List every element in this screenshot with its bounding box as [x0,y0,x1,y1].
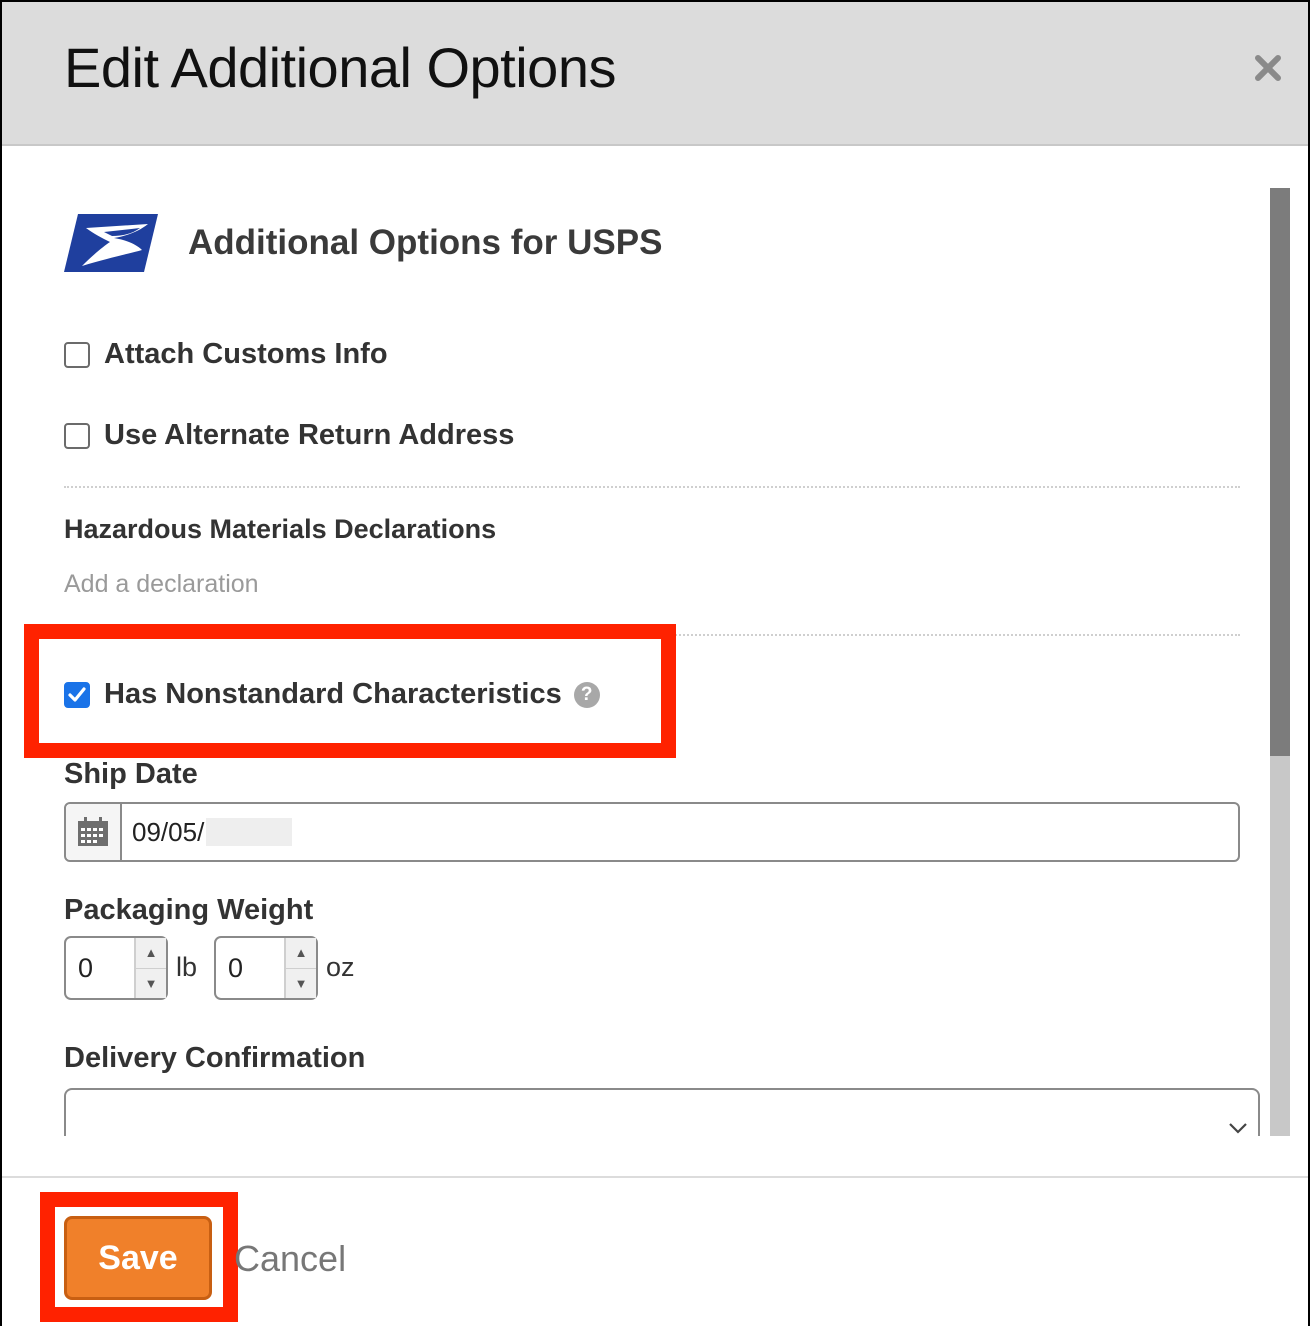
increment-icon[interactable]: ▲ [286,938,316,969]
modal-body: Additional Options for USPS Attach Custo… [2,148,1308,1136]
alternate-return-checkbox[interactable] [64,422,90,449]
attach-customs-checkbox[interactable] [64,341,90,368]
ship-date-value: 09/05/ [132,816,205,847]
scrollbar-thumb[interactable] [1270,188,1290,756]
save-button[interactable]: Save [64,1216,212,1300]
modal-header: Edit Additional Options [2,2,1308,146]
ship-date-field[interactable]: 09/05/ [64,802,1240,862]
scrollbar-track[interactable] [1270,188,1290,1136]
edit-options-modal: Edit Additional Options Additional Optio… [0,0,1310,1326]
cancel-link[interactable]: Cancel [234,1238,346,1280]
oz-input[interactable]: 0 [216,938,284,998]
lb-unit: lb [176,952,198,982]
decrement-icon[interactable]: ▼ [286,968,316,998]
modal-footer: Save Cancel [2,1176,1308,1326]
alternate-return-label[interactable]: Use Alternate Return Address [104,419,514,452]
ship-date-input[interactable]: 09/05/ [132,804,293,860]
attach-customs-option[interactable]: Attach Customs Info [64,338,388,371]
calendar-icon[interactable] [66,804,122,860]
oz-unit: oz [326,952,355,982]
delivery-confirmation-select[interactable] [64,1088,1260,1136]
oz-stepper-arrows[interactable]: ▲ ▼ [284,938,316,998]
help-icon[interactable]: ? [573,681,600,708]
lb-input[interactable]: 0 [66,938,134,998]
lb-stepper[interactable]: 0 ▲ ▼ [64,936,168,1000]
chevron-down-icon [1229,1123,1247,1134]
add-declaration-link[interactable]: Add a declaration [64,570,259,599]
hazmat-title: Hazardous Materials Declarations [64,514,497,544]
divider [64,486,1240,488]
usps-eagle-logo [64,214,158,272]
increment-icon[interactable]: ▲ [136,938,166,969]
lb-stepper-arrows[interactable]: ▲ ▼ [134,938,166,998]
alternate-return-option[interactable]: Use Alternate Return Address [64,419,514,452]
redacted-year [206,818,293,846]
ship-date-label: Ship Date [64,758,198,790]
checkmark-icon [68,686,86,702]
modal-title: Edit Additional Options [64,36,616,99]
close-icon[interactable] [1250,50,1286,86]
nonstandard-label[interactable]: Has Nonstandard Characteristics [104,678,562,711]
delivery-confirmation-label: Delivery Confirmation [64,1042,366,1074]
nonstandard-option[interactable]: Has Nonstandard Characteristics ? [64,678,600,711]
packaging-weight-label: Packaging Weight [64,894,314,926]
carrier-title: Additional Options for USPS [188,223,663,262]
oz-stepper[interactable]: 0 ▲ ▼ [214,936,318,1000]
decrement-icon[interactable]: ▼ [136,968,166,998]
attach-customs-label[interactable]: Attach Customs Info [104,338,388,371]
nonstandard-checkbox[interactable] [64,681,90,708]
carrier-header: Additional Options for USPS [64,214,662,272]
